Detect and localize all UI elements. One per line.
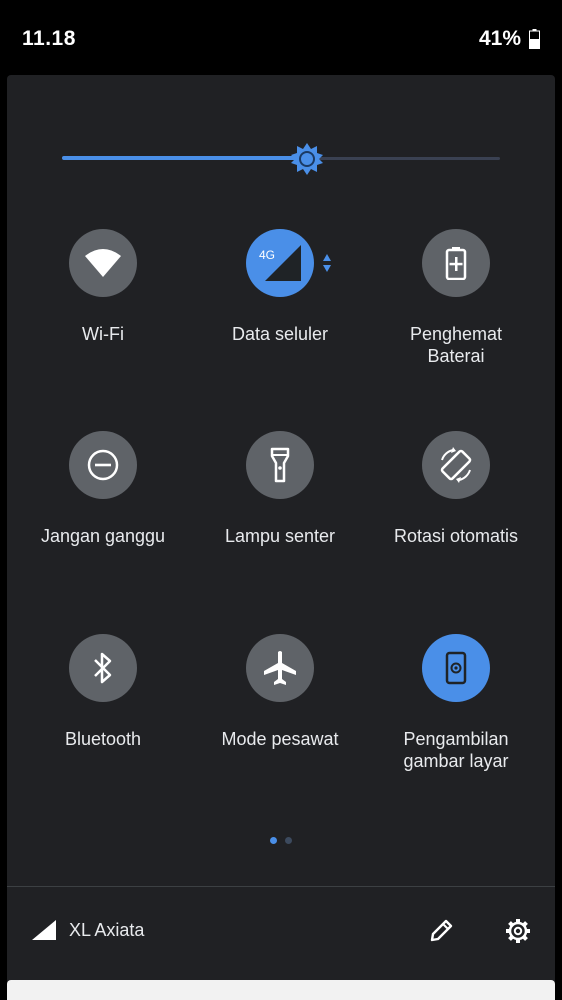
tile-data[interactable]: 4G Data seluler	[192, 229, 368, 345]
footer-divider	[7, 886, 555, 887]
carrier-name: XL Axiata	[69, 920, 145, 940]
tile-battery-saver-circle[interactable]	[422, 229, 490, 297]
flashlight-icon	[270, 447, 290, 483]
screenshot-icon	[445, 651, 467, 685]
tile-data-circle[interactable]: 4G	[246, 229, 314, 297]
battery-percentage: 41%	[478, 27, 521, 50]
tile-flashlight-label: Lampu senter	[224, 526, 336, 546]
tile-screenshot-circle[interactable]	[422, 634, 490, 702]
status-right: 41%	[479, 27, 540, 51]
tile-flashlight[interactable]: Lampu senter	[192, 431, 368, 547]
do-not-disturb-icon	[87, 449, 119, 481]
status-bar: 11.18 41%	[0, 0, 562, 75]
wifi-icon	[85, 249, 121, 277]
tile-bluetooth-label: Bluetooth	[64, 729, 142, 749]
gear-icon[interactable]	[504, 917, 532, 945]
brightness-thumb-icon[interactable]	[289, 141, 325, 177]
tile-dnd-label: Jangan ganggu	[40, 526, 166, 546]
battery-saver-icon	[445, 247, 467, 280]
tile-screenshot[interactable]: Pengambilan gambar layar	[368, 634, 544, 772]
pencil-icon[interactable]	[427, 917, 455, 945]
auto-rotate-icon	[440, 447, 472, 483]
data-activity-arrows-icon	[323, 254, 331, 272]
tile-wifi-label: Wi-Fi	[82, 324, 124, 344]
cellular-data-icon: 4G	[259, 245, 301, 281]
tile-battery-saver[interactable]: Penghemat Baterai	[368, 229, 544, 367]
tile-wifi-circle[interactable]	[69, 229, 137, 297]
quick-settings-panel: Wi-Fi 4G Data seluler Penghemat Baterai …	[7, 75, 555, 985]
brightness-track-empty	[307, 157, 500, 160]
tile-rotate-label: Rotasi otomatis	[393, 526, 519, 546]
tile-rotate[interactable]: Rotasi otomatis	[368, 431, 544, 547]
tile-airplane-label: Mode pesawat	[221, 729, 339, 749]
tile-flashlight-circle[interactable]	[246, 431, 314, 499]
tile-rotate-circle[interactable]	[422, 431, 490, 499]
tile-dnd-circle[interactable]	[69, 431, 137, 499]
notification-peek	[7, 980, 555, 1000]
brightness-track-filled	[62, 156, 307, 160]
tile-wifi[interactable]: Wi-Fi	[15, 229, 191, 345]
tile-screenshot-label: Pengambilan gambar layar	[403, 729, 509, 771]
battery-icon	[529, 29, 540, 49]
tile-airplane-circle[interactable]	[246, 634, 314, 702]
airplane-icon	[264, 651, 296, 685]
data-4g-badge: 4G	[259, 248, 275, 262]
tile-data-label: Data seluler	[231, 324, 329, 344]
tile-airplane[interactable]: Mode pesawat	[192, 634, 368, 750]
tile-bluetooth-circle[interactable]	[69, 634, 137, 702]
tile-battery-saver-label: Penghemat Baterai	[409, 324, 503, 366]
page-indicator-dot-active[interactable]	[270, 837, 277, 844]
status-time: 11.18	[22, 27, 76, 50]
signal-icon	[32, 920, 56, 940]
tile-bluetooth[interactable]: Bluetooth	[15, 634, 191, 750]
tile-dnd[interactable]: Jangan ganggu	[15, 431, 191, 547]
bluetooth-icon	[94, 652, 112, 684]
page-indicator-dot[interactable]	[285, 837, 292, 844]
